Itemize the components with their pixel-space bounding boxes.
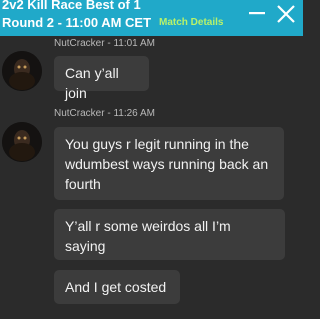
- match-round: Round 2 - 11:00 AM CET: [2, 15, 152, 30]
- message-meta: NutCracker - 11:01 AM: [54, 38, 155, 49]
- message-meta: NutCracker - 11:26 AM: [54, 108, 155, 119]
- chat-scrollbar[interactable]: [297, 36, 303, 319]
- close-icon[interactable]: [275, 3, 297, 25]
- chat-log: NutCracker - 11:01 AM Can y’all join Nut…: [0, 36, 303, 319]
- message-bubble: Can y’all join: [54, 56, 149, 101]
- message-bubble: Y’all r some weirdos all I’m saying: [54, 209, 285, 260]
- match-title: 2v2 Kill Race Best of 1: [2, 0, 141, 12]
- match-details-link[interactable]: Match Details: [159, 17, 223, 28]
- avatar[interactable]: [2, 122, 42, 162]
- message-bubble: You guys r legit running in the wdumbest…: [54, 127, 284, 200]
- chat-header: 2v2 Kill Race Best of 1 Round 2 - 11:00 …: [0, 0, 303, 36]
- minimize-icon[interactable]: [247, 3, 267, 23]
- avatar[interactable]: [2, 51, 42, 91]
- message-bubble: And I get costed: [54, 270, 180, 304]
